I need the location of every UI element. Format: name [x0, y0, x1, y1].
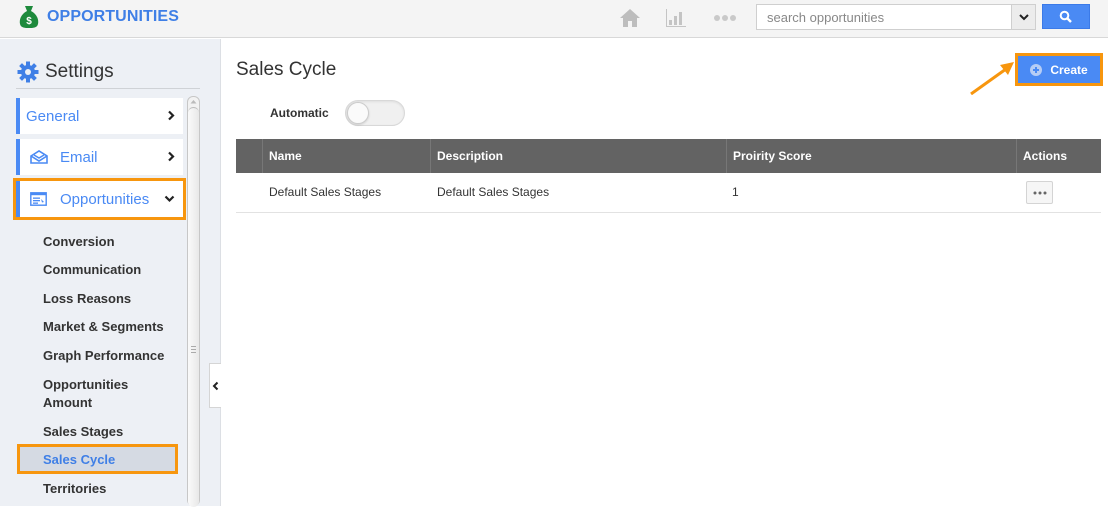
submenu-item-graph-performance[interactable]: Graph Performance	[43, 347, 164, 365]
divider	[16, 88, 200, 89]
search-dropdown-button[interactable]	[1011, 5, 1035, 29]
settings-header: Settings	[17, 61, 114, 83]
annotation-arrow-icon	[970, 62, 1014, 95]
settings-sidebar: Settings General Email Opportunities Con…	[0, 39, 221, 507]
search-button[interactable]	[1042, 4, 1090, 29]
create-button[interactable]: Create	[1018, 56, 1100, 83]
sidebar-item-general[interactable]: General	[16, 98, 183, 134]
automatic-toggle[interactable]	[345, 100, 405, 126]
gear-icon	[17, 61, 39, 83]
cell-name: Default Sales Stages	[269, 185, 382, 199]
sidebar-item-opportunities[interactable]: Opportunities	[13, 178, 186, 220]
home-button[interactable]	[619, 8, 641, 28]
column-header-actions: Actions	[1016, 139, 1101, 173]
submenu-item-opportunities-amount[interactable]: Opportunities Amount	[43, 376, 153, 412]
search-box	[756, 4, 1036, 30]
settings-title: Settings	[45, 61, 114, 82]
page-title: Sales Cycle	[236, 59, 337, 80]
toggle-knob	[347, 102, 369, 124]
chevron-down-icon	[1018, 14, 1029, 21]
search-input[interactable]	[757, 5, 1011, 29]
chart-icon	[666, 9, 686, 27]
cell-priority-score: 1	[732, 185, 739, 199]
sales-cycle-table: Name Description Proirity Score Actions …	[236, 139, 1101, 213]
chevron-down-icon	[164, 195, 175, 203]
create-button-highlight: Create	[1015, 53, 1103, 86]
more-button[interactable]	[713, 8, 737, 28]
email-icon	[30, 150, 48, 164]
sidebar-item-label: General	[26, 107, 80, 125]
brand[interactable]: $ OPPORTUNITIES	[19, 5, 179, 29]
more-icon	[1033, 191, 1046, 194]
window-icon	[30, 192, 47, 206]
submenu-item-territories[interactable]: Territories	[43, 480, 106, 498]
home-icon	[620, 9, 640, 27]
column-header-name[interactable]: Name	[262, 139, 430, 173]
sidebar-scrollbar[interactable]	[187, 96, 200, 507]
main-content: Sales Cycle Create Automatic Name Descri…	[222, 39, 1108, 506]
sidebar-item-label: Opportunities	[60, 190, 150, 208]
automatic-label: Automatic	[270, 106, 329, 120]
search-icon	[1059, 10, 1072, 23]
submenu-item-conversion[interactable]: Conversion	[43, 233, 115, 251]
submenu-item-sales-cycle[interactable]: Sales Cycle	[43, 451, 115, 469]
row-actions-button[interactable]	[1026, 181, 1053, 204]
sidebar-item-email[interactable]: Email	[16, 139, 183, 175]
cell-description: Default Sales Stages	[437, 185, 550, 199]
chevron-left-icon	[212, 381, 219, 390]
sidebar-item-label: Email	[60, 148, 98, 166]
submenu-item-communication[interactable]: Communication	[43, 261, 141, 279]
table-header: Name Description Proirity Score Actions	[236, 139, 1101, 173]
scrollbar-thumb[interactable]	[188, 107, 199, 507]
app-title: OPPORTUNITIES	[47, 8, 179, 25]
submenu-item-loss-reasons[interactable]: Loss Reasons	[43, 290, 131, 308]
collapse-sidebar-button[interactable]	[209, 363, 221, 408]
more-icon	[714, 15, 736, 21]
money-bag-icon: $	[19, 6, 39, 28]
create-button-label: Create	[1050, 62, 1088, 77]
chevron-right-icon	[168, 110, 175, 121]
svg-text:$: $	[26, 16, 32, 27]
plus-circle-icon	[1030, 63, 1043, 76]
top-bar: $ OPPORTUNITIES	[0, 0, 1108, 38]
reports-button[interactable]	[665, 8, 687, 28]
chevron-right-icon	[168, 151, 175, 162]
submenu-item-market-segments[interactable]: Market & Segments	[43, 318, 164, 336]
scroll-up-icon	[190, 100, 197, 104]
table-row[interactable]: Default Sales Stages Default Sales Stage…	[236, 173, 1101, 213]
column-header-priority-score[interactable]: Proirity Score	[726, 139, 1019, 173]
submenu-item-sales-stages[interactable]: Sales Stages	[43, 423, 123, 441]
column-header-description[interactable]: Description	[430, 139, 726, 173]
